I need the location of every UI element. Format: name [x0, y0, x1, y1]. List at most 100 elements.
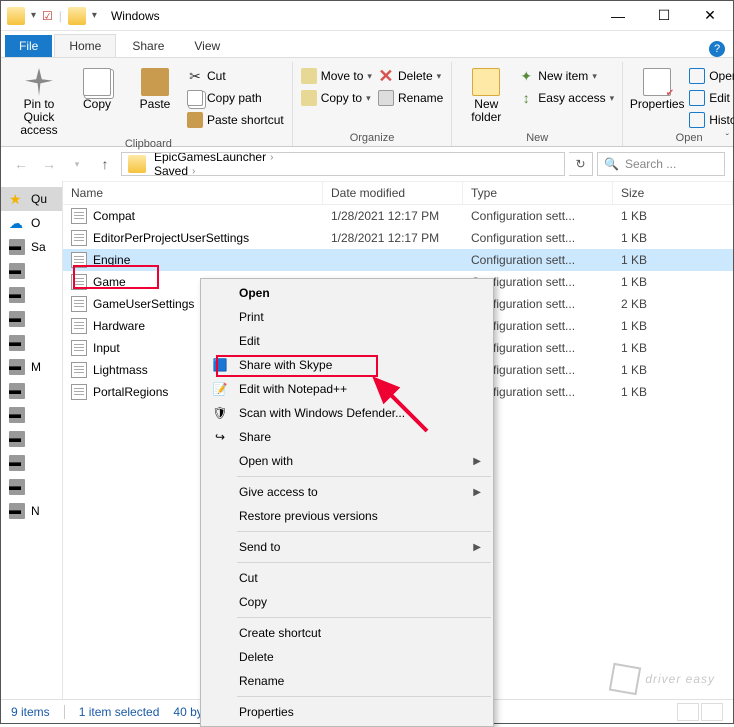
navigation-pane[interactable]: ★Qu☁O▬Sa▬▬▬▬▬M▬▬▬▬▬▬N [1, 181, 63, 699]
edit-button[interactable]: Edit [689, 88, 734, 108]
context-menu-item[interactable]: Give access to▶ [203, 480, 491, 504]
close-button[interactable]: ✕ [687, 1, 733, 31]
move-to-button[interactable]: Move to▾ [301, 66, 372, 86]
context-menu-item[interactable]: 📝Edit with Notepad++ [203, 377, 491, 401]
menu-item-label: Cut [239, 571, 481, 585]
nav-item[interactable]: ▬ [1, 427, 62, 451]
nav-recent-button[interactable]: ▾ [65, 152, 89, 176]
nav-item[interactable]: ▬ [1, 283, 62, 307]
nav-item[interactable]: ★Qu [1, 187, 62, 211]
paste-shortcut-button[interactable]: Paste shortcut [187, 110, 284, 130]
context-menu-item[interactable]: Copy [203, 590, 491, 614]
file-row[interactable]: EngineConfiguration sett...1 KB [63, 249, 733, 271]
view-thumbnails-button[interactable] [701, 703, 723, 721]
file-size: 1 KB [613, 319, 733, 333]
file-row[interactable]: Compat1/28/2021 12:17 PMConfiguration se… [63, 205, 733, 227]
context-menu-item[interactable]: 🛡Scan with Windows Defender... [203, 401, 491, 425]
view-details-button[interactable] [677, 703, 699, 721]
rename-button[interactable]: Rename [378, 88, 443, 108]
context-menu-item[interactable]: 🟦Share with Skype [203, 353, 491, 377]
nav-item[interactable]: ▬ [1, 403, 62, 427]
column-headers[interactable]: Name Date modified Type Size [63, 181, 733, 205]
nav-item[interactable]: ▬ [1, 331, 62, 355]
file-icon [71, 296, 87, 312]
nav-item[interactable]: ▬ [1, 307, 62, 331]
group-open: Properties Open▾ Edit History Open [623, 62, 734, 146]
qat-separator: | [59, 9, 62, 23]
search-input[interactable]: 🔍 Search ... [597, 152, 725, 176]
file-type: Configuration sett... [463, 231, 613, 245]
properties-button[interactable]: Properties [631, 62, 683, 111]
new-folder-button[interactable]: New folder [460, 62, 512, 124]
minimize-button[interactable]: — [595, 1, 641, 31]
group-label: Open [676, 132, 703, 146]
nav-forward-button[interactable]: → [37, 152, 61, 176]
qat-dropdown-icon[interactable]: ▾ [92, 10, 97, 21]
col-name[interactable]: Name [63, 182, 323, 204]
col-size[interactable]: Size [613, 182, 733, 204]
nav-item[interactable]: ▬ [1, 451, 62, 475]
context-menu-item[interactable]: Send to▶ [203, 535, 491, 559]
context-menu-item[interactable]: Rename [203, 669, 491, 693]
new-item-button[interactable]: ✦New item▾ [518, 66, 614, 86]
drive-icon: ▬ [9, 311, 25, 327]
cut-icon: ✂ [187, 68, 203, 84]
refresh-button[interactable]: ↻ [569, 152, 593, 176]
delete-button[interactable]: ✕Delete▾ [378, 66, 443, 86]
context-menu-item[interactable]: Create shortcut [203, 621, 491, 645]
nav-back-button[interactable]: ← [9, 152, 33, 176]
pin-to-quick-access-button[interactable]: Pin to Quick access [13, 62, 65, 138]
file-name: Lightmass [93, 363, 148, 377]
breadcrumb-segment[interactable]: EpicGamesLauncher› [152, 152, 275, 164]
file-row[interactable]: EditorPerProjectUserSettings1/28/2021 12… [63, 227, 733, 249]
easy-access-button[interactable]: ↕Easy access▾ [518, 88, 614, 108]
history-button[interactable]: History [689, 110, 734, 130]
view-mode-toggles [677, 703, 723, 721]
file-name: Game [93, 275, 126, 289]
context-menu-item[interactable]: Edit [203, 329, 491, 353]
help-icon[interactable]: ? [709, 41, 725, 57]
context-menu-item[interactable]: Cut [203, 566, 491, 590]
context-menu-item[interactable]: Properties [203, 700, 491, 724]
copy-button[interactable]: Copy [71, 62, 123, 111]
tab-file[interactable]: File [5, 35, 52, 57]
status-selected: 1 item selected [79, 705, 160, 719]
separator [64, 705, 65, 719]
rename-icon [378, 90, 394, 106]
nav-item[interactable]: ▬M [1, 355, 62, 379]
file-icon [71, 252, 87, 268]
context-menu-item[interactable]: Delete [203, 645, 491, 669]
nav-item[interactable]: ▬Sa [1, 235, 62, 259]
qat-dropdown-icon[interactable]: ▾ [31, 10, 36, 21]
open-button[interactable]: Open▾ [689, 66, 734, 86]
context-menu-item[interactable]: Open with▶ [203, 449, 491, 473]
tab-view[interactable]: View [180, 35, 234, 57]
copy-path-button[interactable]: Copy path [187, 88, 284, 108]
maximize-button[interactable]: ☐ [641, 1, 687, 31]
tab-home[interactable]: Home [54, 34, 116, 57]
cut-button[interactable]: ✂Cut [187, 66, 284, 86]
copy-to-button[interactable]: Copy to▾ [301, 88, 372, 108]
nav-item[interactable]: ☁O [1, 211, 62, 235]
nav-item[interactable]: ▬ [1, 259, 62, 283]
breadcrumb-segment[interactable]: Saved› [152, 164, 275, 176]
copy-path-icon [187, 90, 203, 106]
nav-item[interactable]: ▬N [1, 499, 62, 523]
context-menu-item[interactable]: Restore previous versions [203, 504, 491, 528]
quick-access-toolbar: ▾ ☑ | ▾ [1, 7, 103, 25]
paste-button[interactable]: Paste [129, 62, 181, 111]
file-icon [71, 208, 87, 224]
nav-up-button[interactable]: ↑ [93, 152, 117, 176]
nav-item[interactable]: ▬ [1, 379, 62, 403]
tab-share[interactable]: Share [118, 35, 178, 57]
context-menu-item[interactable]: ↪Share [203, 425, 491, 449]
address-bar[interactable]: «›Local›EpicGamesLauncher›Saved›Config›W… [121, 152, 565, 176]
nav-item[interactable]: ▬ [1, 475, 62, 499]
context-menu-item[interactable]: Open [203, 281, 491, 305]
col-type[interactable]: Type [463, 182, 613, 204]
qat-check-icon[interactable]: ☑ [42, 9, 53, 23]
col-date[interactable]: Date modified [323, 182, 463, 204]
context-menu-item[interactable]: Print [203, 305, 491, 329]
ribbon-collapse-icon[interactable]: ˇ [726, 133, 729, 144]
label: Pin to Quick access [13, 98, 65, 138]
